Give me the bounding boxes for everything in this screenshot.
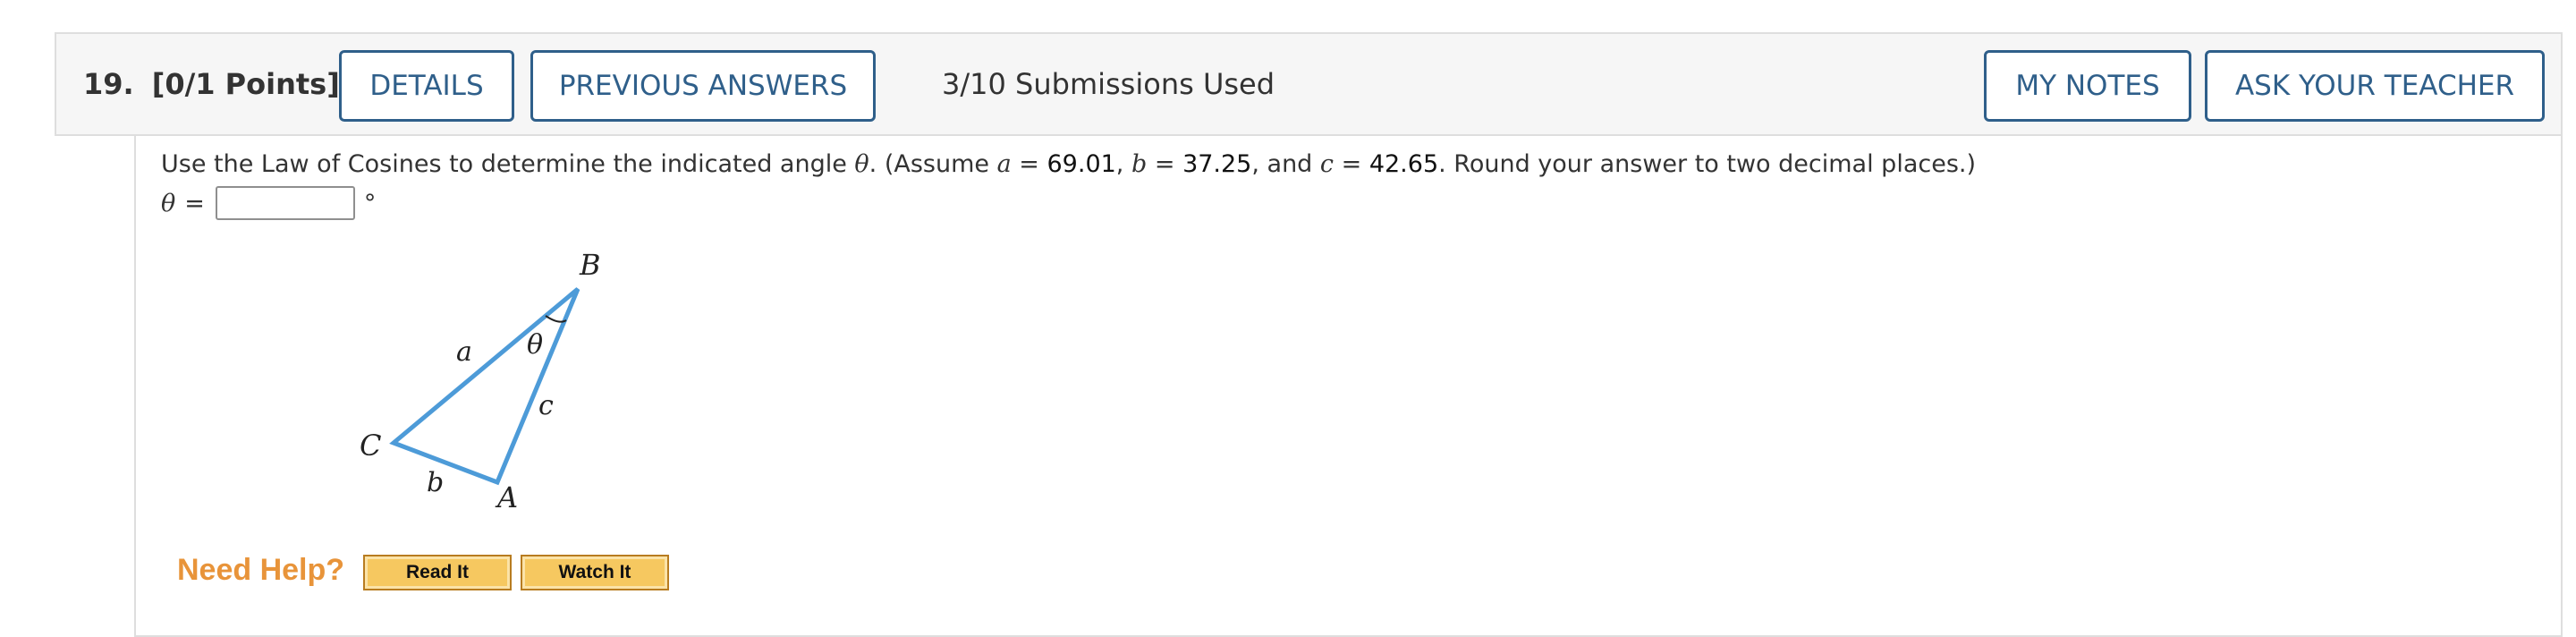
prompt-c-value: 42.65 xyxy=(1368,150,1439,178)
degree-unit: ° xyxy=(363,189,377,217)
side-c-label: c xyxy=(538,390,554,421)
prompt-theta: θ xyxy=(854,150,869,178)
vertex-a-label: A xyxy=(495,480,518,514)
triangle-figure: B C A a b c θ xyxy=(360,248,601,514)
side-b-label: b xyxy=(427,467,444,498)
my-notes-button[interactable]: MY NOTES xyxy=(1984,50,2191,122)
answer-equals: = xyxy=(184,189,205,217)
angle-answer-input[interactable] xyxy=(215,186,355,220)
prompt-a-value: 69.01 xyxy=(1046,150,1116,178)
prompt-b-value: 37.25 xyxy=(1182,150,1252,178)
read-it-button[interactable]: Read It xyxy=(363,555,512,590)
prompt-intro: Use the Law of Cosines to determine the … xyxy=(161,150,855,178)
previous-answers-button[interactable]: PREVIOUS ANSWERS xyxy=(530,50,876,122)
side-a-label: a xyxy=(456,336,472,368)
need-help-label: Need Help? xyxy=(177,553,345,587)
prompt-c-var: c xyxy=(1319,150,1335,178)
answer-theta-label: θ xyxy=(161,189,176,217)
question-header: 19. [0/1 Points] DETAILS PREVIOUS ANSWER… xyxy=(55,32,2563,136)
details-button[interactable]: DETAILS xyxy=(339,50,514,122)
prompt-a-var: a xyxy=(996,150,1012,178)
prompt-assume: . (Assume xyxy=(869,150,997,178)
vertex-c-label: C xyxy=(360,429,381,463)
watch-it-button[interactable]: Watch It xyxy=(521,555,669,590)
question-heading: 19. [0/1 Points] xyxy=(83,34,340,134)
question-points: [0/1 Points] xyxy=(151,67,340,101)
angle-theta-label: θ xyxy=(527,329,543,361)
ask-your-teacher-button[interactable]: ASK YOUR TEACHER xyxy=(2205,50,2545,122)
prompt-ending: . Round your answer to two decimal place… xyxy=(1438,150,1977,178)
submissions-used: 3/10 Submissions Used xyxy=(942,67,1275,101)
prompt-b-var: b xyxy=(1131,150,1148,178)
vertex-b-label: B xyxy=(579,248,601,282)
answer-row: θ = ° xyxy=(161,184,376,222)
question-prompt: Use the Law of Cosines to determine the … xyxy=(161,150,1977,178)
question-number: 19. xyxy=(83,67,134,101)
